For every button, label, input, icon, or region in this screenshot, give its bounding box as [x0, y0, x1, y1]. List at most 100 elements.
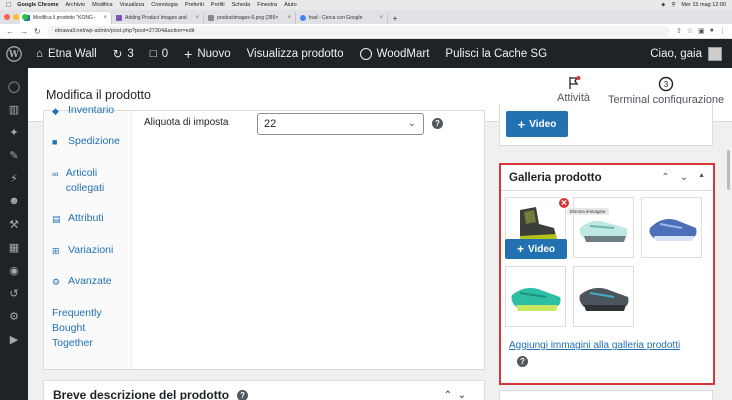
- chevron-up-icon[interactable]: ⌃: [444, 390, 452, 400]
- page-scrollbar[interactable]: [727, 150, 730, 190]
- gallery-image-4[interactable]: [505, 266, 566, 327]
- setup-button[interactable]: 3 Terminal configurazione: [608, 76, 724, 106]
- tools-icon[interactable]: ⚒: [6, 216, 22, 232]
- gallery-add-video-button[interactable]: + Video: [505, 239, 567, 259]
- admin-bar-woodmart[interactable]: WoodMart: [352, 39, 438, 68]
- mac-menu-profiles[interactable]: Profili: [211, 2, 225, 8]
- tax-rate-label: Aliquota di imposta: [144, 117, 229, 128]
- address-bar[interactable]: etnawall.net/wp-admin/post.php?post=2730…: [46, 25, 670, 37]
- tab-variations[interactable]: ⊞ Variazioni: [44, 243, 121, 259]
- chrome-menu-icon[interactable]: ⋮: [719, 27, 726, 35]
- mac-menu-file[interactable]: Archivio: [66, 2, 86, 8]
- minimize-window-button[interactable]: [13, 14, 19, 20]
- help-icon[interactable]: ?: [517, 356, 528, 367]
- inventory-icon: ◆: [52, 106, 59, 116]
- tab-frequently-bought-together[interactable]: Frequently Bought Together: [44, 306, 128, 351]
- short-description-box[interactable]: Breve descrizione del prodotto ? ⌃ ⌄: [43, 380, 485, 400]
- mac-menu-help[interactable]: Aiuto: [284, 2, 297, 8]
- tab-inventory[interactable]: ◆ Inventario: [44, 103, 122, 119]
- running-shoe-blue-image: [642, 198, 701, 257]
- sync-icon[interactable]: ↺: [6, 285, 22, 301]
- admin-bar-new[interactable]: + Nuovo: [176, 39, 238, 68]
- browser-tab-woocommerce[interactable]: Adding Product Images and ×: [112, 12, 204, 24]
- woodmart-menu-icon[interactable]: ◉: [6, 262, 22, 278]
- admin-bar-purge-cache[interactable]: Pulisci la Cache SG: [437, 39, 555, 68]
- video-label: Video: [529, 118, 557, 130]
- close-tab-icon[interactable]: ×: [103, 15, 107, 21]
- folder-icon[interactable]: ▥: [6, 101, 22, 117]
- add-video-button[interactable]: + Video: [506, 111, 568, 137]
- close-window-button[interactable]: [4, 14, 10, 20]
- reload-icon[interactable]: ↻: [34, 27, 41, 36]
- chevron-down-icon[interactable]: ⌄: [680, 172, 688, 183]
- wordpress-logo-icon[interactable]: W: [0, 45, 28, 62]
- admin-bar-site[interactable]: ⌂ Etna Wall: [28, 39, 105, 68]
- brush-icon[interactable]: ✎: [6, 147, 22, 163]
- bookmark-star-icon[interactable]: ☆: [687, 27, 693, 35]
- tab-label: Spedizione: [68, 135, 120, 147]
- play-icon[interactable]: ▶: [6, 331, 22, 347]
- elementor-icon[interactable]: ◯: [6, 78, 22, 94]
- admin-bar-account[interactable]: Ciao, gaia: [650, 46, 732, 61]
- browser-tab-edit-product[interactable]: Modifica il prodotto "KONG - ×: [20, 12, 112, 24]
- back-icon[interactable]: ←: [6, 27, 14, 36]
- pin-icon[interactable]: ✦: [6, 124, 22, 140]
- mac-menu-history[interactable]: Cronologia: [151, 2, 178, 8]
- product-data-tabs: ◆ Inventario ■ Spedizione ∞ Articoli col…: [44, 104, 132, 369]
- mac-menu-tab[interactable]: Scheda: [232, 2, 251, 8]
- extension-icon[interactable]: ▣: [698, 27, 705, 35]
- tab-title: productimages-6.png (285×: [217, 15, 279, 21]
- tab-attributes[interactable]: ▤ Attributi: [44, 211, 112, 227]
- chevron-down-icon: ⌄: [407, 118, 416, 129]
- browser-tab-strip: Modifica il prodotto "KONG - × Adding Pr…: [0, 10, 732, 24]
- mac-menu-bar:  Google Chrome Archivio Modifica Visual…: [0, 0, 732, 10]
- tab-linked-products[interactable]: ∞ Articoli collegati: [44, 166, 130, 196]
- users-icon[interactable]: ☻: [6, 193, 22, 209]
- plugin-icon[interactable]: ⚡: [6, 170, 22, 186]
- profile-icon[interactable]: ●: [710, 27, 714, 35]
- gallery-image-2[interactable]: [573, 197, 634, 258]
- mac-menu-view[interactable]: Visualizza: [120, 2, 145, 8]
- apple-icon[interactable]: : [6, 2, 11, 9]
- close-tab-icon[interactable]: ×: [287, 15, 291, 21]
- maximize-window-button[interactable]: [22, 14, 28, 20]
- mac-menu-window[interactable]: Finestra: [257, 2, 277, 8]
- wp-admin-bar: W ⌂ Etna Wall ↻ 3 □ 0 + Nuovo Visualizza…: [0, 39, 732, 68]
- help-icon[interactable]: ?: [432, 118, 443, 129]
- close-tab-icon[interactable]: ×: [379, 15, 383, 21]
- tab-advanced[interactable]: ⚙ Avanzate: [44, 274, 120, 290]
- mac-menu-bookmarks[interactable]: Preferiti: [185, 2, 204, 8]
- tax-rate-value: 22: [264, 118, 277, 130]
- help-icon[interactable]: ?: [237, 389, 249, 400]
- gallery-image-3[interactable]: [641, 197, 702, 258]
- add-gallery-images-link[interactable]: Aggiungi immagini alla galleria prodotti: [509, 340, 680, 351]
- gallery-image-5[interactable]: [573, 266, 634, 327]
- progress-ring-icon: 3: [658, 76, 674, 92]
- close-tab-icon[interactable]: ×: [195, 15, 199, 21]
- browser-tab-image[interactable]: productimages-6.png (285× ×: [204, 12, 296, 24]
- activity-button[interactable]: Attività: [557, 76, 590, 104]
- search-icon[interactable]: ⚲: [671, 2, 675, 8]
- admin-sidebar: ◯ ▥ ✦ ✎ ⚡ ☻ ⚒ ▦ ◉ ↺ ⚙ ▶: [0, 68, 28, 400]
- tab-label: Attributi: [68, 212, 104, 224]
- new-tab-button[interactable]: +: [388, 12, 402, 24]
- chevron-down-icon[interactable]: ⌄: [458, 390, 466, 400]
- mac-clock[interactable]: Mer 15 mag 12:00: [681, 2, 726, 8]
- admin-bar-updates[interactable]: ↻ 3: [105, 39, 142, 68]
- wifi-icon[interactable]: ◈: [661, 2, 665, 8]
- admin-bar-comments[interactable]: □ 0: [142, 39, 176, 68]
- mac-app-name[interactable]: Google Chrome: [17, 2, 58, 8]
- settings-icon[interactable]: ▦: [6, 239, 22, 255]
- tab-shipping[interactable]: ■ Spedizione: [44, 134, 128, 150]
- mac-menu-edit[interactable]: Modifica: [92, 2, 112, 8]
- admin-bar-view-product[interactable]: Visualizza prodotto: [239, 39, 352, 68]
- grid-icon: ⊞: [52, 246, 60, 256]
- collapse-arrow-icon[interactable]: ▲: [698, 172, 705, 183]
- product-data-panel: ◆ Inventario ■ Spedizione ∞ Articoli col…: [43, 104, 485, 370]
- chevron-up-icon[interactable]: ⌃: [661, 172, 669, 183]
- gear-icon[interactable]: ⚙: [6, 308, 22, 324]
- tax-rate-select[interactable]: 22 ⌄: [257, 113, 424, 135]
- forward-icon[interactable]: →: [20, 27, 28, 36]
- share-icon[interactable]: ⇧: [676, 27, 682, 35]
- browser-tab-google[interactable]: trad - Cerca con Google ×: [296, 12, 388, 24]
